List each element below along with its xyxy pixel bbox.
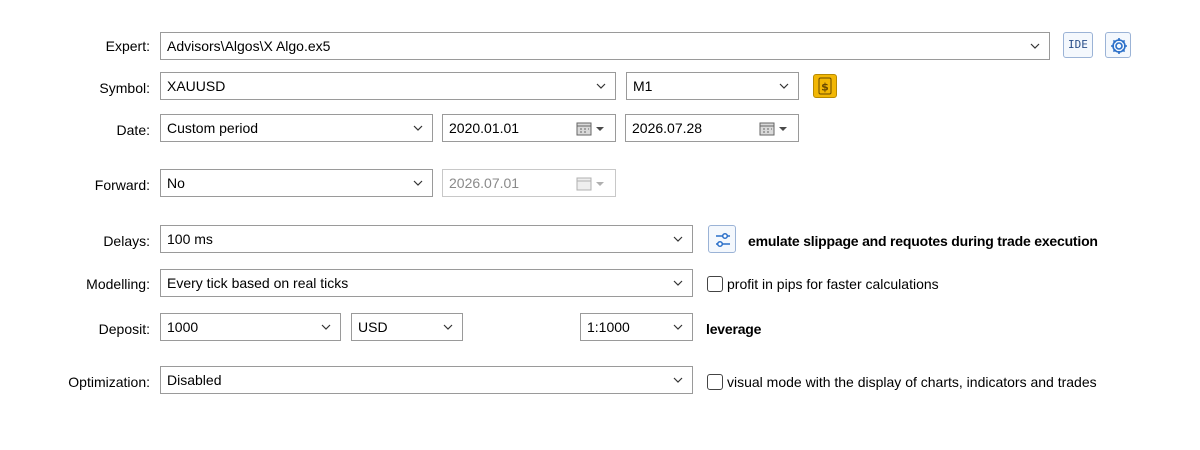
- calendar-icon[interactable]: [575, 121, 609, 137]
- chevron-down-icon: [779, 83, 789, 89]
- optimization-dropdown[interactable]: Disabled: [160, 366, 693, 394]
- date-period-dropdown[interactable]: Custom period: [160, 114, 433, 142]
- optimization-value: Disabled: [167, 372, 222, 388]
- chevron-down-icon: [413, 180, 423, 186]
- tester-settings-panel: Expert: Advisors\Algos\X Algo.ex5 IDE Sy…: [0, 0, 1200, 450]
- delays-dropdown[interactable]: 100 ms: [160, 225, 693, 253]
- forward-label: Forward:: [94, 177, 150, 193]
- delays-value: 100 ms: [167, 231, 213, 247]
- symbol-dropdown[interactable]: XAUUSD: [160, 72, 616, 100]
- deposit-label: Deposit:: [98, 321, 150, 337]
- visual-mode-checkbox[interactable]: [707, 374, 723, 390]
- visual-mode-label[interactable]: visual mode with the display of charts, …: [727, 373, 1097, 391]
- forward-date-value: 2026.07.01: [449, 175, 520, 191]
- chevron-down-icon: [673, 236, 683, 242]
- date-from-picker[interactable]: 2020.01.01: [442, 114, 616, 142]
- chevron-down-icon: [413, 125, 423, 131]
- chevron-down-icon: [596, 83, 606, 89]
- timeframe-dropdown[interactable]: M1: [626, 72, 799, 100]
- forward-value: No: [167, 175, 185, 191]
- expert-value: Advisors\Algos\X Algo.ex5: [167, 38, 331, 54]
- deposit-currency-value: USD: [358, 319, 388, 335]
- ide-button[interactable]: IDE: [1063, 32, 1093, 58]
- chevron-down-icon: [673, 280, 683, 286]
- svg-text:$: $: [821, 81, 829, 94]
- date-period-value: Custom period: [167, 120, 259, 136]
- leverage-dropdown[interactable]: 1:1000: [580, 313, 693, 341]
- calendar-icon[interactable]: [575, 176, 609, 192]
- delays-label: Delays:: [103, 233, 150, 249]
- symbol-label: Symbol:: [99, 80, 150, 96]
- deposit-amount-dropdown[interactable]: 1000: [160, 313, 341, 341]
- deposit-currency-dropdown[interactable]: USD: [351, 313, 463, 341]
- calendar-icon[interactable]: [758, 121, 792, 137]
- optimization-label: Optimization:: [68, 374, 150, 390]
- expert-settings-button[interactable]: [1105, 32, 1131, 58]
- expert-label: Expert:: [105, 38, 150, 54]
- profit-in-pips-label[interactable]: profit in pips for faster calculations: [727, 275, 939, 293]
- leverage-label: leverage: [706, 321, 762, 337]
- symbol-spec-button[interactable]: $: [813, 74, 837, 98]
- chevron-down-icon: [443, 324, 453, 330]
- profit-in-pips-checkbox[interactable]: [707, 276, 723, 292]
- forward-dropdown[interactable]: No: [160, 169, 433, 197]
- chevron-down-icon: [1030, 43, 1040, 49]
- sliders-icon: [716, 232, 730, 248]
- modelling-value: Every tick based on real ticks: [167, 275, 349, 291]
- delays-settings-button[interactable]: [708, 225, 736, 253]
- forward-date-picker[interactable]: 2026.07.01: [442, 169, 616, 197]
- delays-note: emulate slippage and requotes during tra…: [748, 233, 1098, 249]
- dollar-icon: $: [818, 77, 832, 95]
- symbol-value: XAUUSD: [167, 78, 226, 94]
- ide-label: IDE: [1068, 38, 1088, 51]
- date-from-value: 2020.01.01: [449, 120, 520, 136]
- date-label: Date:: [116, 122, 150, 138]
- date-to-value: 2026.07.28: [632, 120, 703, 136]
- gear-icon: [1111, 38, 1127, 54]
- chevron-down-icon: [321, 324, 331, 330]
- date-to-picker[interactable]: 2026.07.28: [625, 114, 799, 142]
- chevron-down-icon: [673, 377, 683, 383]
- expert-dropdown[interactable]: Advisors\Algos\X Algo.ex5: [160, 32, 1050, 60]
- chevron-down-icon: [673, 324, 683, 330]
- modelling-dropdown[interactable]: Every tick based on real ticks: [160, 269, 693, 297]
- leverage-value: 1:1000: [587, 319, 630, 335]
- timeframe-value: M1: [633, 78, 653, 94]
- deposit-amount-value: 1000: [167, 319, 199, 335]
- modelling-label: Modelling:: [86, 276, 150, 292]
